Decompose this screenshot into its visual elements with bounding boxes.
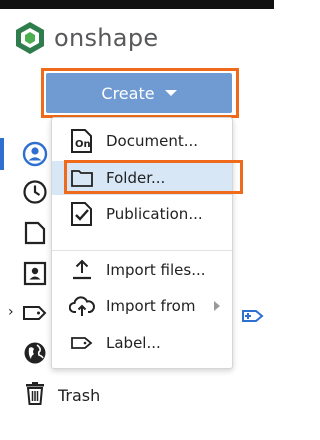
menu-item-document[interactable]: On Document... <box>52 124 232 158</box>
menu-item-label: Import files... <box>106 261 206 279</box>
document-icon[interactable] <box>22 220 48 246</box>
onshape-logo[interactable]: onshape <box>14 20 158 56</box>
create-button-label: Create <box>101 83 155 103</box>
add-label-icon[interactable] <box>240 303 266 333</box>
onshape-logo-icon <box>14 21 46 55</box>
sidebar-item-trash[interactable]: Trash <box>22 382 100 408</box>
menu-item-import-files[interactable]: Import files... <box>52 253 232 287</box>
user-circle-icon[interactable] <box>22 141 48 167</box>
menu-separator <box>52 250 232 251</box>
svg-text:On: On <box>75 139 91 150</box>
folder-item-highlight <box>64 160 243 194</box>
menu-item-import-from[interactable]: Import from <box>52 289 232 323</box>
menu-item-label: Document... <box>106 132 199 150</box>
menu-item-label: Publication... <box>106 205 203 223</box>
create-button[interactable]: Create <box>46 73 232 113</box>
top-window-bar <box>0 0 274 9</box>
create-dropdown-menu: On Document... Folder... Publication... <box>51 117 233 369</box>
clock-icon[interactable] <box>22 179 48 205</box>
brand-name: onshape <box>54 24 159 52</box>
submenu-arrow-icon <box>214 301 220 311</box>
chevron-right-icon[interactable]: › <box>8 304 14 320</box>
onshape-document-icon: On <box>68 128 96 154</box>
menu-item-label: Label... <box>106 334 161 352</box>
upload-icon <box>68 257 96 283</box>
menu-item-label-item[interactable]: Label... <box>52 326 232 360</box>
menu-item-label: Import from <box>106 297 196 315</box>
trash-icon <box>22 380 48 410</box>
globe-icon[interactable] <box>22 340 48 366</box>
publication-icon <box>68 201 96 227</box>
sidebar-active-indicator <box>0 138 4 170</box>
chevron-down-icon <box>164 90 177 96</box>
cloud-upload-icon <box>68 293 96 319</box>
label-tag-icon[interactable] <box>22 300 48 326</box>
contact-card-icon[interactable] <box>22 260 48 286</box>
sidebar-item-label: Trash <box>58 385 101 405</box>
label-tag-icon <box>68 330 96 356</box>
menu-item-publication[interactable]: Publication... <box>52 197 232 231</box>
